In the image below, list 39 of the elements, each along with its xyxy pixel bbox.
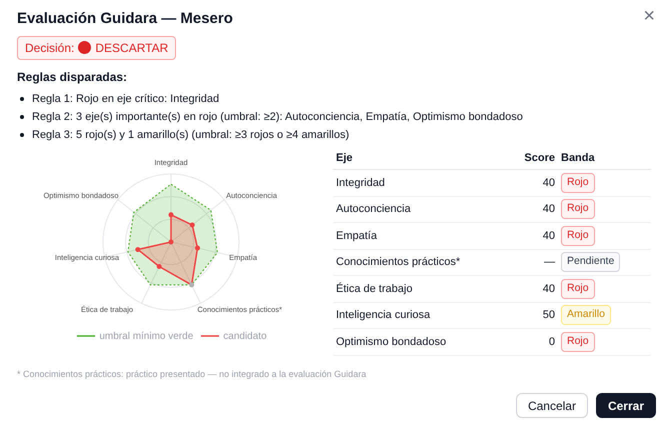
column-header: Eje	[333, 148, 485, 170]
rules-heading: Reglas disparadas:	[17, 68, 128, 86]
column-header: Score	[485, 148, 555, 170]
decision-badge: Decisión: DESCARTAR	[17, 36, 176, 60]
bullet-icon	[20, 96, 24, 100]
band-tag: Rojo	[561, 172, 595, 193]
legend-label: candidato	[223, 330, 267, 344]
table-cell: Empatía	[333, 222, 485, 249]
band-tag: Rojo	[561, 278, 595, 299]
rule-text: Regla 1: Rojo en eje crítico: Integridad	[32, 92, 220, 106]
column-header: Banda	[555, 148, 651, 170]
table-cell: Inteligencia curiosa	[333, 302, 485, 328]
table-cell: Conocimientos prácticos*	[333, 249, 485, 276]
table-cell: 40	[485, 170, 555, 196]
table-cell: 40	[485, 276, 555, 302]
table-cell: Integridad	[333, 170, 485, 196]
table-cell: 50	[485, 302, 555, 328]
legend-label: umbral mínimo verde	[99, 330, 194, 344]
table-cell: 40	[485, 222, 555, 249]
band-tag: Pendiente	[561, 252, 620, 272]
dialog-title: Evaluación Guidara — Mesero	[17, 9, 233, 29]
footnote: * Conocimientos prácticos: práctico presentado — no integrado a la evaluación Guidara	[17, 368, 366, 381]
close-button[interactable]: ×	[643, 6, 655, 26]
band-tag: Rojo	[561, 199, 595, 220]
table-cell: Optimismo bondadoso	[333, 328, 485, 355]
rule-text: Regla 2: 3 eje(s) importante(s) en rojo (umbral: ≥2): Autoconciencia, Empatía, Optimismo bondadoso	[32, 110, 523, 124]
bullet-icon	[20, 132, 24, 136]
table-cell: Autoconciencia	[333, 196, 485, 222]
band-tag: Amarillo	[561, 305, 611, 326]
bullet-icon	[20, 114, 24, 118]
table-cell: Ética de trabajo	[333, 276, 485, 302]
band-tag: Rojo	[561, 332, 595, 352]
band-tag: Rojo	[561, 226, 595, 246]
rule-text: Regla 3: 5 rojo(s) y 1 amarillo(s) (umbral: ≥3 rojos o ≥4 amarillos)	[32, 128, 350, 142]
close-dialog-button[interactable]: Cerrar	[596, 393, 656, 418]
table-cell: —	[485, 249, 555, 276]
table-cell: 40	[485, 196, 555, 222]
cancel-button[interactable]: Cancelar	[516, 393, 588, 418]
table-cell: 0	[485, 328, 555, 355]
